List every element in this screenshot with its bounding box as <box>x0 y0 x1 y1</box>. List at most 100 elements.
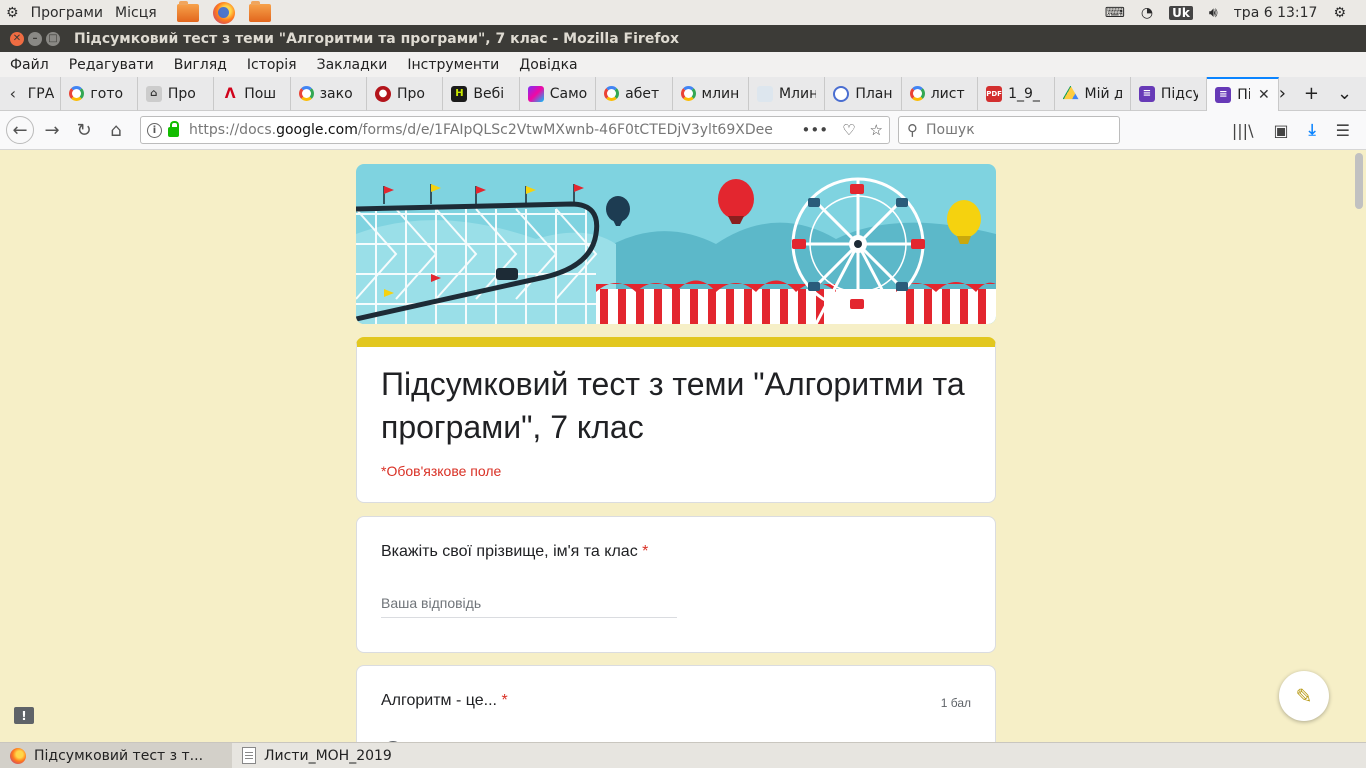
building-icon: ⌂ <box>145 85 162 102</box>
tab[interactable]: ⌂ Про <box>138 76 215 111</box>
h-icon: H <box>451 85 468 102</box>
lock-icon[interactable] <box>168 121 179 137</box>
tab-label: Про <box>167 85 196 102</box>
menu-history[interactable]: Історія <box>237 57 307 73</box>
menu-edit[interactable]: Редагувати <box>59 57 164 73</box>
library-icon[interactable]: |||\ <box>1232 121 1254 140</box>
tab[interactable]: ● Про <box>367 76 444 111</box>
search-input[interactable]: ⚲ Пошук <box>898 116 1120 144</box>
taskbar-item-firefox[interactable]: Підсумковий тест з т... <box>0 742 232 768</box>
menu-file[interactable]: Файл <box>0 57 59 73</box>
url-text[interactable]: https://docs.google.com/forms/d/e/1FAIpQ… <box>189 122 774 138</box>
forms-icon: ≡ <box>1138 85 1155 102</box>
clock[interactable]: тра 6 13:17 <box>1234 5 1318 21</box>
tab-strip: ‹ ГРА гото ⌂ Про Λ Пош зако ● Про H Вебі Сам… <box>0 76 1366 111</box>
page-actions-icon[interactable]: ••• <box>802 121 829 139</box>
hamburger-menu-icon[interactable]: ☰ <box>1336 121 1350 140</box>
taskbar-item-document[interactable]: Листи_МОН_2019 <box>232 743 402 768</box>
tab-label: Пі <box>1237 86 1250 103</box>
firefox-icon[interactable] <box>212 1 235 24</box>
tab[interactable]: абет <box>596 76 673 111</box>
wifi-icon[interactable]: ◔ <box>1141 5 1153 21</box>
tab[interactable]: PDF 1_9_ <box>978 76 1055 111</box>
url-bar[interactable]: i https://docs.google.com/forms/d/e/1FAI… <box>140 116 890 144</box>
required-asterisk: * <box>642 543 649 560</box>
close-window-icon[interactable]: ✕ <box>10 31 24 46</box>
image-icon <box>756 85 773 102</box>
search-icon: ⚲ <box>907 121 918 139</box>
window-title: Підсумковий тест з теми "Алгоритми та пр… <box>74 30 680 47</box>
folder-icon[interactable] <box>176 0 199 22</box>
tab[interactable]: Само <box>520 76 597 111</box>
menu-bookmarks[interactable]: Закладки <box>307 57 398 73</box>
power-icon[interactable]: ⚙ <box>1333 5 1346 21</box>
taskbar-item-label: Підсумковий тест з т... <box>34 747 204 764</box>
places-menu[interactable]: Місця <box>115 5 157 21</box>
tab-list-chevron-down-icon[interactable]: ⌄ <box>1337 83 1352 104</box>
maximize-window-icon[interactable]: □ <box>46 31 60 46</box>
apps-menu[interactable]: Програми <box>31 5 103 21</box>
network-wired-icon[interactable]: ⌨ <box>1105 5 1125 21</box>
drive-icon <box>1062 85 1079 100</box>
back-arrow-icon[interactable]: ← <box>6 116 34 144</box>
edit-pencil-icon[interactable]: ✎ <box>1279 671 1329 721</box>
url-path: /forms/d/e/1FAIpQLSc2VtwMXwnb-46F0tCTEDj… <box>357 122 774 138</box>
url-prefix: https://docs. <box>189 122 277 138</box>
sidebar-icon[interactable]: ▣ <box>1273 121 1288 140</box>
colorful-icon <box>527 85 544 102</box>
tabs-scroll-left-icon[interactable]: ‹ <box>0 84 26 103</box>
scrollbar-thumb[interactable] <box>1355 153 1363 209</box>
tab[interactable]: H Вебі <box>443 76 520 111</box>
minimize-window-icon[interactable]: – <box>28 31 42 46</box>
page-scrollbar[interactable] <box>1352 151 1366 742</box>
reload-icon[interactable]: ↻ <box>70 116 98 144</box>
firefox-icon <box>10 747 26 764</box>
tab-label: лист <box>930 85 965 102</box>
close-tab-icon[interactable]: ✕ <box>1258 87 1270 103</box>
tab[interactable]: зако <box>291 76 367 111</box>
tab-label: 1_9_ <box>1008 85 1040 102</box>
tab-label: ГРА <box>27 85 55 102</box>
question-card-name: Вкажіть свої прізвище, ім'я та клас * Ва… <box>356 516 996 653</box>
tab[interactable]: ≡ Підсу <box>1131 76 1208 111</box>
forward-arrow-icon[interactable]: → <box>38 116 66 144</box>
tab[interactable]: гото <box>61 76 138 111</box>
blue-circle-icon <box>833 85 850 102</box>
tab-label: Мій д <box>1084 85 1122 102</box>
taskbar-item-label: Листи_МОН_2019 <box>264 747 392 764</box>
bookmark-star-icon[interactable]: ☆ <box>870 121 883 139</box>
tab[interactable]: Млин <box>749 76 826 111</box>
tab-label: Вебі <box>473 85 505 102</box>
menu-tools[interactable]: Інструменти <box>397 57 509 73</box>
tab[interactable]: Λ Пош <box>214 76 291 111</box>
tab[interactable]: План <box>825 76 902 111</box>
menu-view[interactable]: Вигляд <box>164 57 237 73</box>
new-tab-icon[interactable]: + <box>1304 83 1319 104</box>
google-icon <box>680 86 696 101</box>
pocket-icon[interactable]: ♡ <box>842 121 855 139</box>
volume-icon[interactable]: 🔊︎ <box>1209 5 1218 21</box>
answer-input[interactable]: Ваша відповідь <box>381 595 677 618</box>
google-icon <box>298 86 314 101</box>
gear-icon[interactable]: ⚙ <box>6 5 19 21</box>
header-banner-image <box>356 164 996 324</box>
tab[interactable]: лист <box>902 76 979 111</box>
google-icon <box>69 86 85 101</box>
question-text: Алгоритм - це... <box>381 692 497 709</box>
folder-icon[interactable] <box>248 0 271 22</box>
report-abuse-icon[interactable]: ! <box>14 707 34 724</box>
tab-label: Підсу <box>1160 85 1199 102</box>
tabs-scroll-right-icon[interactable]: › <box>1279 83 1286 104</box>
navigation-bar: ← → ↻ ⌂ i https://docs.google.com/forms/… <box>0 111 1366 150</box>
keyboard-layout[interactable]: Uk <box>1169 5 1193 20</box>
home-icon[interactable]: ⌂ <box>102 116 130 144</box>
menu-help[interactable]: Довідка <box>509 57 587 73</box>
info-icon[interactable]: i <box>147 122 162 138</box>
tab[interactable]: млин <box>673 76 749 111</box>
tab[interactable]: ГРА <box>26 76 62 111</box>
tab-label: Само <box>549 85 588 102</box>
tab-label: Пош <box>244 85 277 102</box>
tab[interactable]: Мій д <box>1055 76 1131 111</box>
tab-active[interactable]: ≡ Пі ✕ <box>1207 76 1279 111</box>
download-icon[interactable]: ⤓ <box>1309 120 1316 140</box>
